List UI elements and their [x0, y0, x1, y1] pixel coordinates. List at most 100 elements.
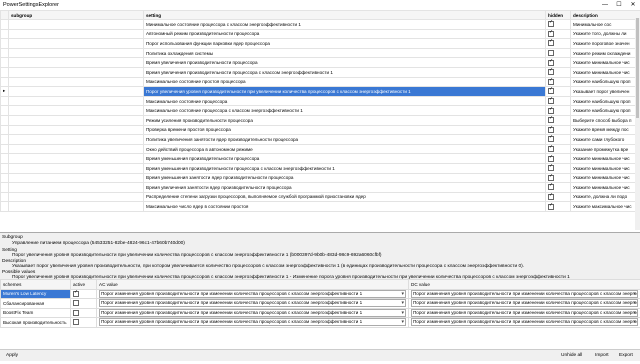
description-cell[interactable]: Укажите наибольшую проп — [571, 96, 640, 106]
setting-cell[interactable]: Время увеличения производительности проц… — [144, 67, 546, 77]
table-row[interactable]: Максимальное состояние процессора с клас… — [1, 106, 640, 116]
hidden-checkbox[interactable] — [548, 165, 554, 171]
table-row[interactable]: ▸ Порог увеличения уровня производительно… — [1, 87, 640, 97]
description-cell[interactable]: Укажите максимальное чис — [571, 202, 640, 212]
hidden-cell[interactable] — [546, 144, 571, 154]
row-indicator[interactable] — [1, 192, 9, 202]
dc-value-dropdown[interactable]: Порог изменения уровня производительност… — [411, 309, 638, 317]
row-indicator[interactable] — [1, 163, 9, 173]
active-cell[interactable] — [71, 308, 97, 318]
hidden-cell[interactable] — [546, 115, 571, 125]
scheme-row[interactable]: СбалансированнаяПорог изменения уровня п… — [1, 299, 640, 309]
setting-cell[interactable]: Режим усиления производительности процес… — [144, 115, 546, 125]
active-cell[interactable] — [71, 318, 97, 328]
row-indicator[interactable] — [1, 39, 9, 49]
table-row[interactable]: Автономный режим производительности проц… — [1, 29, 640, 39]
hidden-checkbox[interactable] — [548, 40, 554, 46]
table-row[interactable]: Режим усиления производительности процес… — [1, 115, 640, 125]
setting-cell[interactable]: Автономный режим производительности проц… — [144, 29, 546, 39]
setting-cell[interactable]: Время уменьшения производительности проц… — [144, 163, 546, 173]
column-header-ac-value[interactable]: AC value — [97, 280, 409, 290]
description-cell[interactable]: Укажите пороговое значен — [571, 39, 640, 49]
row-indicator[interactable] — [1, 58, 9, 68]
subgroup-cell[interactable] — [9, 163, 144, 173]
subgroup-cell[interactable] — [9, 48, 144, 58]
hidden-checkbox[interactable] — [548, 79, 554, 85]
subgroup-cell[interactable] — [9, 135, 144, 145]
column-header-setting[interactable]: setting — [144, 11, 546, 20]
description-cell[interactable]: Укажите минимальное чис — [571, 183, 640, 193]
minimize-button[interactable]: — — [598, 0, 612, 10]
row-indicator[interactable] — [1, 154, 9, 164]
hidden-checkbox[interactable] — [548, 69, 554, 75]
grid-scrollbar[interactable] — [635, 18, 640, 230]
table-row[interactable]: Минимальное состояние процессора с класс… — [1, 20, 640, 30]
hidden-cell[interactable] — [546, 67, 571, 77]
row-indicator[interactable] — [1, 183, 9, 193]
hidden-checkbox[interactable] — [548, 21, 554, 27]
hidden-checkbox[interactable] — [548, 146, 554, 152]
table-row[interactable]: Время увеличения производительности проц… — [1, 67, 640, 77]
description-cell[interactable]: Укажите минимальное чис — [571, 58, 640, 68]
column-header-subgroup[interactable]: subgroup — [9, 11, 144, 20]
hidden-checkbox[interactable] — [548, 175, 554, 181]
dc-value-cell[interactable]: Порог изменения уровня производительност… — [409, 308, 640, 318]
subgroup-cell[interactable] — [9, 58, 144, 68]
ac-value-cell[interactable]: Порог изменения уровня производительност… — [97, 308, 409, 318]
hidden-cell[interactable] — [546, 29, 571, 39]
hidden-cell[interactable] — [546, 183, 571, 193]
setting-cell[interactable]: Время уменьшения производительности проц… — [144, 154, 546, 164]
subgroup-cell[interactable] — [9, 96, 144, 106]
subgroup-cell[interactable] — [9, 67, 144, 77]
setting-cell[interactable]: Время уменьшения занятости ядер производ… — [144, 173, 546, 183]
ac-value-dropdown[interactable]: Порог изменения уровня производительност… — [99, 318, 406, 326]
table-row[interactable]: Максимальное состояние процессора Укажите… — [1, 96, 640, 106]
hidden-checkbox[interactable] — [548, 88, 554, 94]
settings-grid[interactable]: subgroup setting hidden description Мини… — [0, 10, 640, 233]
row-indicator[interactable] — [1, 173, 9, 183]
table-row[interactable]: Время увеличения занятости ядер производ… — [1, 183, 640, 193]
description-cell[interactable]: Минимальное сос — [571, 20, 640, 30]
scheme-name[interactable]: BoostFix Team — [1, 308, 71, 318]
description-cell[interactable]: Укажите наибольшую проп — [571, 106, 640, 116]
dc-value-cell[interactable]: Порог изменения уровня производительност… — [409, 289, 640, 299]
setting-cell[interactable]: Время увеличения занятости ядер производ… — [144, 183, 546, 193]
subgroup-cell[interactable] — [9, 77, 144, 87]
scheme-row[interactable]: Высокая производительностьПорог изменени… — [1, 318, 640, 328]
row-indicator[interactable] — [1, 77, 9, 87]
scheme-row[interactable]: BoostFix Team Порог изменения уровня прои… — [1, 308, 640, 318]
description-cell[interactable]: Укажите минимальное чис — [571, 154, 640, 164]
hidden-checkbox[interactable] — [548, 31, 554, 37]
setting-cell[interactable]: Максимальное состояние процессора — [144, 96, 546, 106]
description-cell[interactable]: Укажите наибольшую проп — [571, 77, 640, 87]
row-indicator[interactable] — [1, 115, 9, 125]
row-indicator[interactable] — [1, 29, 9, 39]
subgroup-cell[interactable] — [9, 125, 144, 135]
hidden-checkbox[interactable] — [548, 50, 554, 56]
description-cell[interactable]: Укажите минимальное чис — [571, 163, 640, 173]
row-indicator[interactable] — [1, 96, 9, 106]
hidden-cell[interactable] — [546, 173, 571, 183]
hidden-cell[interactable] — [546, 125, 571, 135]
row-indicator[interactable] — [1, 20, 9, 30]
table-row[interactable]: Окно действий процессора в автономном ре… — [1, 144, 640, 154]
setting-cell[interactable]: Порог увеличения уровня производительнос… — [144, 87, 546, 97]
hidden-cell[interactable] — [546, 20, 571, 30]
active-cell[interactable] — [71, 289, 97, 299]
hidden-cell[interactable] — [546, 58, 571, 68]
description-cell[interactable]: Укажите режим охлаждени — [571, 48, 640, 58]
column-header-hidden[interactable]: hidden — [546, 11, 571, 20]
hidden-cell[interactable] — [546, 87, 571, 97]
table-row[interactable]: Проверка времени простоя процессораУкажи… — [1, 125, 640, 135]
hidden-cell[interactable] — [546, 135, 571, 145]
dc-value-dropdown[interactable]: Порог изменения уровня производительност… — [411, 299, 638, 307]
setting-cell[interactable]: Максимальное состояние процессора с клас… — [144, 106, 546, 116]
active-checkbox[interactable] — [73, 300, 79, 306]
row-indicator[interactable] — [1, 135, 9, 145]
hidden-checkbox[interactable] — [548, 156, 554, 162]
row-indicator[interactable]: ▸ — [1, 87, 9, 97]
column-header-description[interactable]: description — [571, 11, 640, 20]
hidden-cell[interactable] — [546, 154, 571, 164]
active-checkbox[interactable] — [73, 319, 79, 325]
dc-value-dropdown[interactable]: Порог изменения уровня производительност… — [411, 318, 638, 326]
